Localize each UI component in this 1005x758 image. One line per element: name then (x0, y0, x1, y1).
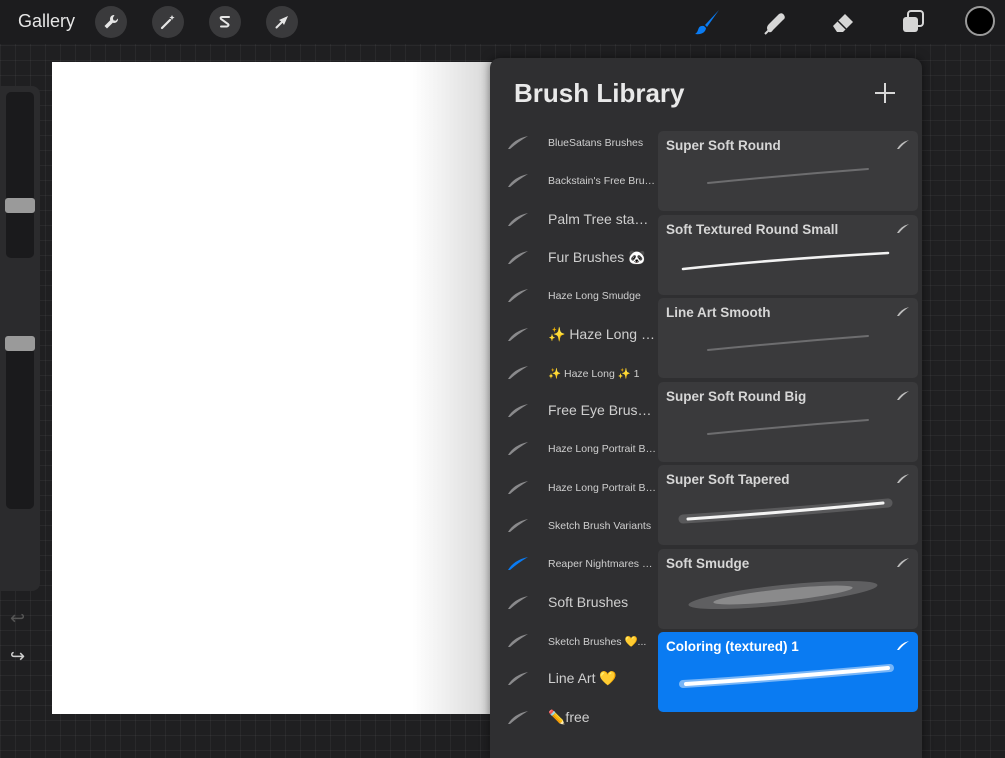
eraser-icon[interactable] (828, 7, 858, 37)
transform-arrow-icon[interactable] (266, 6, 298, 38)
brush-item[interactable]: Super Soft Tapered (658, 465, 918, 545)
brush-set-label: Line Art 💛 (548, 670, 617, 687)
brush-set-label: Palm Tree stamps (548, 210, 656, 227)
brush-item[interactable]: Soft Smudge (658, 548, 918, 629)
brush-set-item[interactable]: ✨ Haze Long ✨ 1 (490, 354, 658, 392)
brush-set-item[interactable]: Haze Long Smudge (490, 277, 658, 315)
brush-item[interactable]: Soft Textured Round Small (658, 214, 918, 295)
brush-set-item[interactable]: ✨ Haze Long ✨ (490, 316, 658, 354)
brush-stroke-icon (508, 595, 528, 609)
undo-icon[interactable]: ↩ (10, 608, 25, 629)
brush-set-label: Fur Brushes 🐼 (548, 248, 646, 265)
brush-stroke-icon (897, 641, 909, 650)
brush-name: Soft Textured Round Small (666, 221, 839, 237)
brush-set-label: BlueSatans Brushes (548, 137, 644, 149)
brush-set-label: Haze Long Smudge (548, 290, 641, 303)
brush-name: Super Soft Round (666, 138, 781, 153)
redo-icon[interactable]: ↪ (10, 646, 25, 667)
brush-stroke-icon (897, 307, 909, 316)
brush-set-label: Sketch Brush Variants (548, 520, 652, 532)
brush-stroke-icon (508, 672, 528, 686)
brush-stroke-icon (508, 404, 528, 418)
brush-library-panel: Brush Library BlueSatans Brushes Backstai… (490, 58, 922, 758)
brush-stroke-icon (897, 474, 909, 483)
brush-stroke-icon (508, 212, 528, 226)
brush-stroke-icon (508, 442, 528, 456)
brush-set-label: Free Eye Brushes (548, 402, 656, 419)
brush-set-label: Haze Long Portrait Br... (548, 481, 656, 494)
brush-set-item[interactable]: Soft Brushes (490, 584, 658, 622)
brush-set-label: Reaper Nightmares B... (548, 558, 656, 571)
brush-size-slider[interactable] (6, 92, 34, 258)
drawing-canvas[interactable] (52, 62, 492, 714)
brush-set-item[interactable]: Haze Long Portrait Br... (490, 469, 658, 507)
top-toolbar: Gallery (0, 0, 1005, 44)
smudge-icon[interactable] (760, 7, 790, 37)
brush-stroke-preview (678, 498, 893, 524)
brush-stroke-icon (508, 710, 528, 724)
brush-set-item[interactable]: Sketch Brush Variants (490, 507, 658, 545)
brush-set-item[interactable]: Backstain's Free Brus... (490, 162, 658, 200)
brush-set-item[interactable]: Fur Brushes 🐼 (490, 239, 658, 277)
brush-set-label: Haze Long Portrait Br... (548, 443, 656, 456)
selection-s-icon[interactable] (209, 6, 241, 38)
brush-stroke-icon (508, 174, 528, 188)
brush-stroke-preview (707, 418, 869, 435)
brush-stroke-preview (707, 335, 869, 351)
brush-set-item[interactable]: Haze Long Portrait Br... (490, 430, 658, 468)
panel-title: Brush Library (514, 78, 685, 108)
brush-name: Super Soft Round Big (666, 388, 807, 404)
wrench-icon[interactable] (95, 6, 127, 38)
brush-set-item[interactable]: Free Eye Brushes (490, 392, 658, 430)
brush-item[interactable]: Super Soft Round Big (658, 381, 918, 462)
brush-set-label: Soft Brushes (548, 593, 629, 610)
brush-stroke-icon (508, 327, 528, 341)
brush-stroke-icon (897, 390, 909, 400)
brush-set-item[interactable]: Palm Tree stamps (490, 201, 658, 239)
brush-stroke-preview (688, 580, 878, 609)
brush-item[interactable]: Line Art Smooth (658, 298, 918, 378)
plus-icon[interactable] (874, 82, 896, 104)
layers-icon[interactable] (898, 7, 928, 37)
brush-stroke-icon (508, 136, 528, 149)
brush-set-item[interactable]: BlueSatans Brushes (490, 124, 658, 162)
brush-stroke-preview (707, 168, 869, 184)
brush-name: Super Soft Tapered (666, 472, 790, 487)
brush-item[interactable]: Coloring (textured) 1 (658, 632, 918, 712)
brush-set-item[interactable]: ✏️free (490, 699, 658, 737)
magic-wand-icon[interactable] (152, 6, 184, 38)
brush-stroke-icon (508, 519, 528, 532)
brush-stroke-icon (508, 633, 528, 647)
opacity-handle[interactable] (5, 336, 35, 352)
side-toolbar: ↩ ↪ (0, 86, 40, 666)
gallery-button[interactable]: Gallery (18, 11, 75, 32)
brush-stroke-icon (897, 557, 909, 567)
brush-set-item[interactable]: Sketch Brushes 💛... (490, 622, 658, 660)
brush-stroke-icon (897, 140, 909, 149)
brush-set-label: Backstain's Free Brus... (548, 175, 656, 188)
brush-set-label: ✨ Haze Long ✨ (548, 325, 656, 342)
brush-icon[interactable] (692, 7, 722, 37)
brush-stroke-icon (508, 557, 528, 571)
opacity-slider[interactable] (6, 341, 34, 509)
brush-stroke-icon (508, 289, 528, 303)
brush-name: Coloring (textured) 1 (666, 639, 799, 654)
color-picker-swatch[interactable] (965, 6, 995, 36)
brush-set-item[interactable]: Reaper Nightmares B... (490, 545, 658, 583)
brush-size-handle[interactable] (5, 197, 35, 213)
brush-stroke-icon (897, 223, 909, 233)
brush-set-label: ✏️free (548, 708, 590, 725)
brush-stroke-icon (508, 480, 528, 494)
brush-set-label: ✨ Haze Long ✨ 1 (548, 367, 640, 380)
brush-set-item[interactable]: Line Art 💛 (490, 660, 658, 698)
brush-name: Line Art Smooth (666, 305, 771, 320)
brush-set-label: Sketch Brushes 💛... (548, 635, 647, 648)
brush-name: Soft Smudge (666, 555, 750, 571)
brush-stroke-icon (508, 250, 528, 264)
brush-stroke-preview (681, 251, 890, 270)
brush-stroke-icon (508, 365, 528, 379)
brush-item[interactable]: Super Soft Round (658, 131, 918, 211)
brush-stroke-preview (679, 664, 894, 688)
